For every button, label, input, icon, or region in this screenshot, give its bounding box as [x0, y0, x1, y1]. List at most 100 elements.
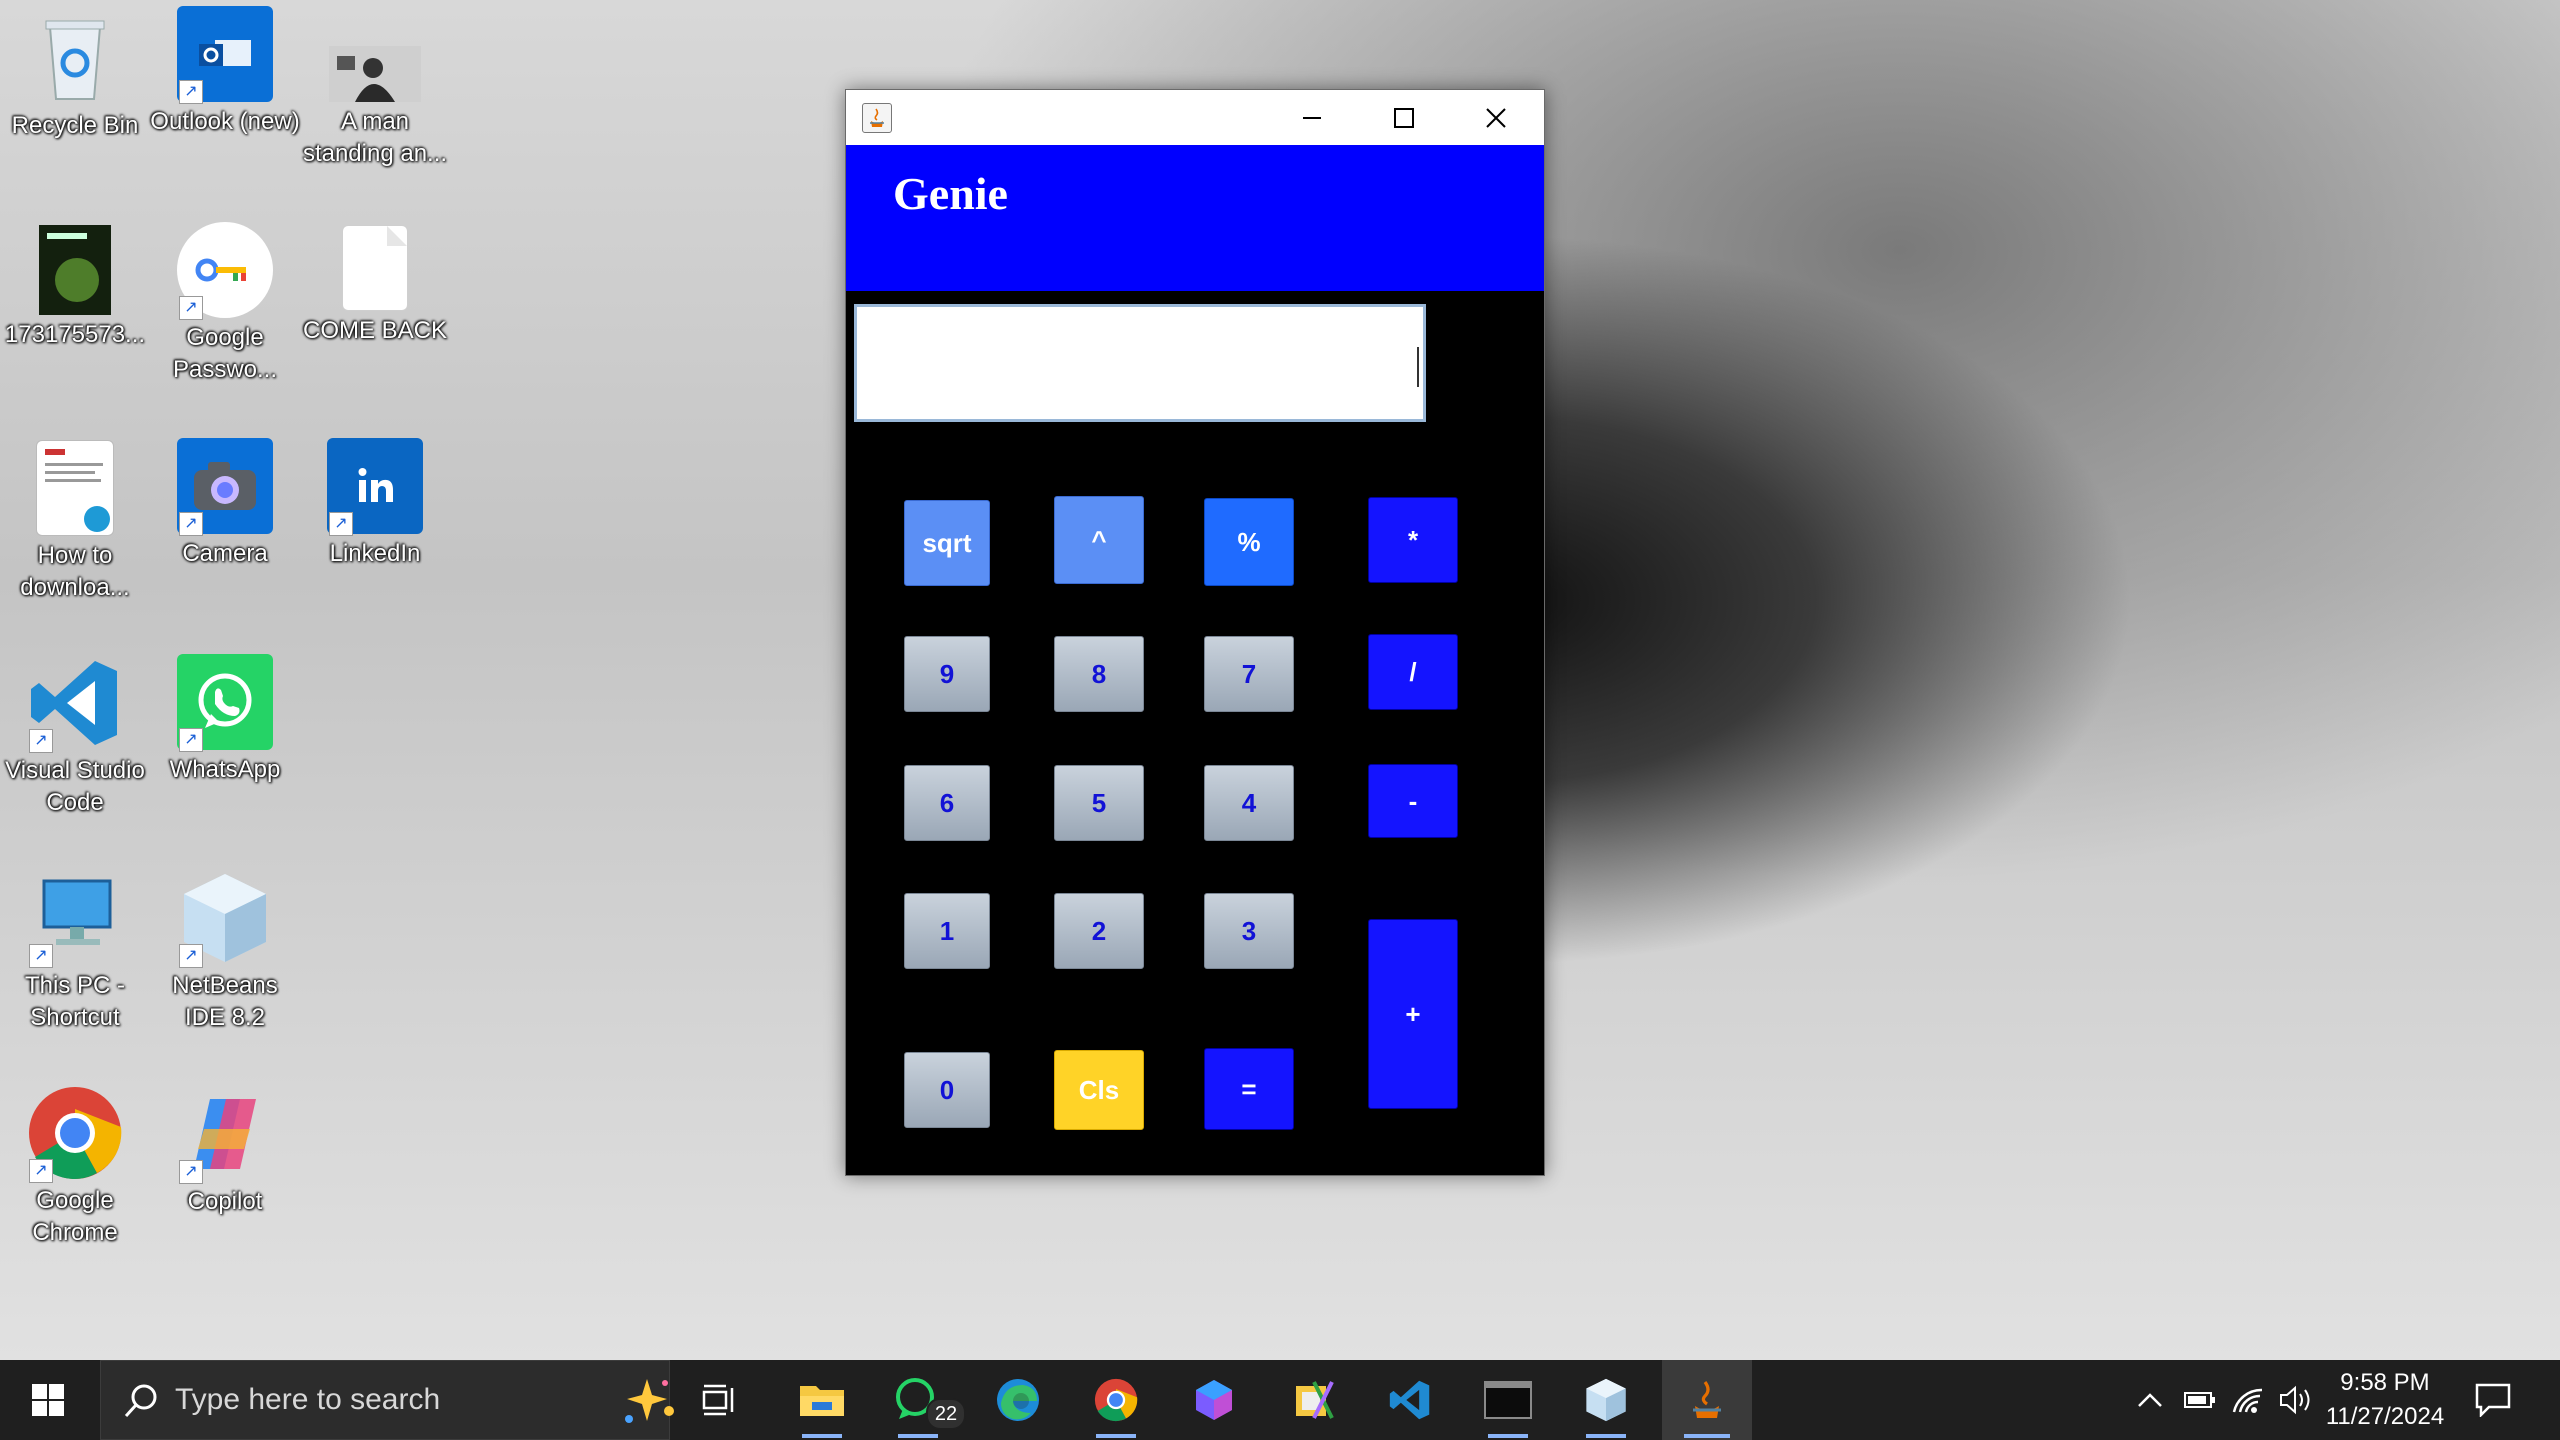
taskbar-vscode[interactable]: [1368, 1360, 1452, 1440]
desktop-icon-outlook[interactable]: ↗ Outlook (new): [150, 6, 300, 138]
task-view-button[interactable]: [690, 1360, 748, 1440]
window-titlebar[interactable]: [846, 90, 1544, 145]
desktop-icon-come-back[interactable]: COME BACK: [300, 225, 450, 347]
divide-button[interactable]: /: [1368, 634, 1458, 710]
desktop-icon-whatsapp[interactable]: ↗ WhatsApp: [150, 654, 300, 786]
desktop-icon-label: COME BACK: [302, 317, 448, 344]
desktop-icon-google-passwords[interactable]: ↗ Google Passwo...: [150, 222, 300, 386]
running-indicator: [1096, 1434, 1136, 1438]
digit-3-button[interactable]: 3: [1204, 893, 1294, 969]
taskbar-snipping-tool[interactable]: [1270, 1360, 1354, 1440]
desktop-icon-label: A man standing an...: [302, 108, 448, 167]
minimize-button[interactable]: [1266, 90, 1358, 145]
speaker-icon: [2280, 1385, 2310, 1415]
desktop-icon-recycle-bin[interactable]: Recycle Bin: [0, 10, 150, 142]
network-status[interactable]: [2228, 1360, 2268, 1440]
digit-1-button[interactable]: 1: [904, 893, 990, 969]
clear-button[interactable]: Cls: [1054, 1050, 1144, 1130]
app-title: Genie: [893, 168, 1008, 219]
text-caret: [1417, 347, 1419, 387]
equals-button[interactable]: =: [1204, 1048, 1294, 1130]
notification-center-button[interactable]: [2458, 1360, 2528, 1440]
copilot-sparkle-icon: [625, 1379, 674, 1423]
desktop-icon-vscode[interactable]: ↗ Visual Studio Code: [0, 655, 150, 819]
copilot-icon: ↗: [177, 1086, 273, 1184]
outlook-icon: ↗: [177, 6, 273, 104]
shortcut-arrow-icon: ↗: [179, 944, 203, 968]
camera-icon: ↗: [177, 438, 273, 536]
taskbar-java-app[interactable]: [1662, 1360, 1752, 1440]
taskbar-edge[interactable]: [976, 1360, 1060, 1440]
edge-icon: [997, 1379, 1039, 1421]
desktop-icon-label: Camera: [182, 540, 268, 567]
desktop-icon-netbeans[interactable]: ↗ NetBeans IDE 8.2: [150, 870, 300, 1034]
digit-8-button[interactable]: 8: [1054, 636, 1144, 712]
digit-9-button[interactable]: 9: [904, 636, 990, 712]
close-button[interactable]: [1450, 90, 1542, 145]
chevron-up-icon: [2138, 1393, 2162, 1407]
taskbar-file-explorer[interactable]: [780, 1360, 864, 1440]
running-indicator: [1488, 1434, 1528, 1438]
app-header: Genie: [846, 145, 1544, 291]
desktop-icon-google-chrome[interactable]: ↗ Google Chrome: [0, 1085, 150, 1249]
shortcut-arrow-icon: ↗: [29, 1159, 53, 1183]
clock[interactable]: 9:58 PM 11/27/2024: [2322, 1360, 2448, 1440]
desktop-icon-label: WhatsApp: [169, 756, 281, 783]
taskbar-netbeans[interactable]: [1564, 1360, 1648, 1440]
shortcut-arrow-icon: ↗: [29, 729, 53, 753]
minus-button[interactable]: -: [1368, 764, 1458, 838]
key-icon: ↗: [177, 222, 273, 320]
java-app-icon: [862, 103, 892, 133]
percent-button[interactable]: %: [1204, 498, 1294, 586]
multiply-button[interactable]: *: [1368, 497, 1458, 583]
shortcut-arrow-icon: ↗: [179, 1160, 203, 1184]
digit-5-button[interactable]: 5: [1054, 765, 1144, 841]
notification-icon: [2475, 1383, 2511, 1417]
digit-0-button[interactable]: 0: [904, 1052, 990, 1128]
start-button[interactable]: [0, 1360, 96, 1440]
volume-control[interactable]: [2276, 1360, 2316, 1440]
recycle-bin-icon: [27, 10, 123, 106]
maximize-button[interactable]: [1358, 90, 1450, 145]
desktop-icon-linkedin[interactable]: ↗ LinkedIn: [300, 438, 450, 570]
plus-button[interactable]: +: [1368, 919, 1458, 1109]
desktop-icon-label: Outlook (new): [150, 108, 300, 135]
power-button[interactable]: ^: [1054, 496, 1144, 584]
battery-status[interactable]: [2180, 1360, 2220, 1440]
desktop-icon-copilot[interactable]: ↗ Copilot: [150, 1086, 300, 1218]
taskbar-chrome[interactable]: [1074, 1360, 1158, 1440]
desktop-icon-label: NetBeans IDE 8.2: [172, 972, 278, 1031]
calculator-display-field[interactable]: [854, 304, 1426, 422]
search-icon: [124, 1384, 157, 1418]
genie-calculator-window: Genie sqrt ^ % * 9 8 7 / 6 5 4 - 1 2 3 +…: [845, 89, 1545, 1176]
sqrt-button[interactable]: sqrt: [904, 500, 990, 586]
document-icon: [36, 440, 114, 536]
desktop-icon-image-file[interactable]: 173175573...: [0, 225, 150, 351]
desktop-icon-label: This PC - Shortcut: [24, 972, 125, 1031]
maximize-icon: [1394, 107, 1414, 128]
desktop-icon-camera[interactable]: ↗ Camera: [150, 438, 300, 570]
digit-4-button[interactable]: 4: [1204, 765, 1294, 841]
digit-7-button[interactable]: 7: [1204, 636, 1294, 712]
desktop-icon-label: LinkedIn: [329, 540, 421, 567]
linkedin-icon: ↗: [327, 438, 423, 536]
desktop-icon-photo[interactable]: A man standing an...: [300, 22, 450, 170]
digit-6-button[interactable]: 6: [904, 765, 990, 841]
desktop-icon-label: Copilot: [187, 1188, 263, 1215]
desktop-icon-label: How to downloa...: [20, 542, 130, 601]
desktop-icon-label: Recycle Bin: [11, 112, 139, 139]
taskbar-terminal[interactable]: [1466, 1360, 1550, 1440]
show-hidden-icons-button[interactable]: [2130, 1360, 2170, 1440]
taskbar-search-box[interactable]: Type here to search: [100, 1360, 674, 1440]
running-indicator: [898, 1434, 938, 1438]
desktop-icon-this-pc[interactable]: ↗ This PC - Shortcut: [0, 870, 150, 1034]
image-thumbnail-icon: [39, 225, 111, 315]
shortcut-arrow-icon: ↗: [329, 512, 353, 536]
close-icon: [1486, 107, 1506, 128]
desktop-icon-how-to-download[interactable]: How to downloa...: [0, 440, 150, 604]
taskbar-copilot[interactable]: [1172, 1360, 1256, 1440]
taskbar-whatsapp[interactable]: 22: [876, 1360, 966, 1440]
minimize-icon: [1303, 116, 1321, 119]
shortcut-arrow-icon: ↗: [179, 296, 203, 320]
digit-2-button[interactable]: 2: [1054, 893, 1144, 969]
